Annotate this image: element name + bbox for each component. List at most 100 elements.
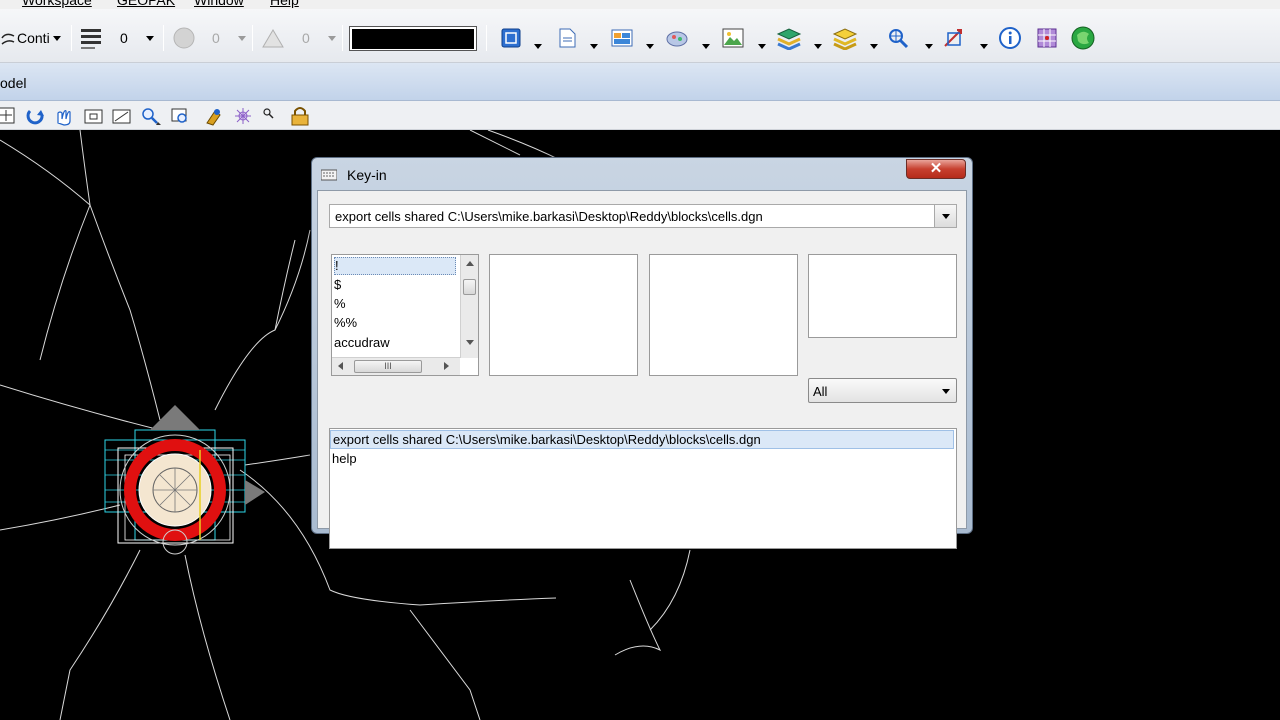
models-button[interactable] bbox=[608, 25, 638, 51]
menu-window[interactable]: Window bbox=[194, 0, 244, 8]
scroll-up-icon[interactable] bbox=[466, 261, 474, 266]
keyboard-icon bbox=[321, 169, 337, 181]
snap-button[interactable] bbox=[1033, 25, 1061, 51]
references-button[interactable] bbox=[553, 25, 581, 51]
chevron-down-icon[interactable] bbox=[534, 44, 542, 49]
rendering-button[interactable] bbox=[663, 25, 691, 51]
list-item[interactable]: %% bbox=[334, 315, 357, 330]
transparency-value: 0 bbox=[302, 30, 310, 46]
microstation-window: Workspace GEOPAK Window Help Conti 0 0 0… bbox=[0, 0, 1280, 720]
filter-select-value: All bbox=[813, 384, 828, 399]
list-item[interactable]: % bbox=[334, 296, 346, 311]
level-combo[interactable]: 0 bbox=[78, 23, 154, 53]
globe-icon bbox=[1071, 26, 1095, 50]
light-sparkle-icon bbox=[235, 108, 251, 124]
keyin-history-list[interactable]: export cells shared C:\Users\mike.barkas… bbox=[329, 428, 957, 549]
line-style-label: Conti bbox=[17, 30, 50, 46]
chevron-down-icon bbox=[327, 35, 336, 41]
command-list-2[interactable] bbox=[489, 254, 638, 376]
cube-view-icon bbox=[501, 28, 521, 48]
stack-icon bbox=[776, 28, 802, 50]
close-button[interactable]: ✕ bbox=[906, 159, 966, 179]
small-zoom-icon bbox=[263, 108, 274, 119]
globe-button[interactable] bbox=[1069, 25, 1097, 51]
transparency-combo[interactable]: 0 bbox=[258, 23, 336, 53]
command-list-4[interactable] bbox=[808, 254, 957, 338]
menu-help[interactable]: Help bbox=[270, 0, 299, 8]
document-icon bbox=[559, 28, 576, 48]
tool-settings-icon bbox=[206, 109, 221, 126]
chevron-down-icon[interactable] bbox=[590, 44, 598, 49]
grid-snap-icon bbox=[1037, 28, 1057, 48]
dialog-body: export cells shared C:\Users\mike.barkas… bbox=[317, 190, 967, 549]
chevron-down-icon[interactable] bbox=[870, 44, 878, 49]
view-title-bar: odel bbox=[0, 63, 1280, 101]
layers-icon bbox=[81, 29, 101, 49]
level-manager-button[interactable] bbox=[774, 25, 804, 51]
view-title: odel bbox=[0, 75, 27, 91]
keyin-input[interactable]: export cells shared C:\Users\mike.barkas… bbox=[329, 204, 957, 228]
view-controls-icons bbox=[0, 107, 309, 126]
chevron-down-icon bbox=[941, 213, 950, 219]
view-controls bbox=[0, 101, 1280, 130]
cell-symbol-cluster bbox=[104, 405, 265, 555]
scroll-right-icon[interactable] bbox=[444, 362, 449, 370]
history-item[interactable]: help bbox=[332, 451, 357, 466]
filter-select[interactable]: All bbox=[808, 378, 957, 403]
pan-hand-icon bbox=[57, 110, 71, 126]
keyin-dialog: Key-in ✕ export cells shared C:\Users\mi… bbox=[311, 157, 973, 549]
magnify-sparkle-icon bbox=[889, 29, 909, 49]
command-list-3[interactable] bbox=[649, 254, 798, 376]
line-weight-display[interactable] bbox=[349, 26, 477, 51]
lock-icon bbox=[291, 107, 309, 126]
scroll-thumb-horizontal[interactable]: III bbox=[354, 360, 422, 373]
transform-button[interactable] bbox=[940, 25, 968, 51]
view-attributes-button[interactable] bbox=[497, 25, 525, 51]
triangle-icon bbox=[262, 29, 284, 48]
scroll-left-icon[interactable] bbox=[338, 362, 343, 370]
chevron-down-icon bbox=[237, 35, 246, 41]
image-icon bbox=[722, 28, 744, 48]
info-button[interactable] bbox=[996, 25, 1024, 51]
zoom-area-icon bbox=[112, 109, 131, 124]
menu-workspace[interactable]: Workspace bbox=[22, 0, 92, 8]
line-weight-swatch bbox=[352, 28, 474, 49]
menu-bar: Workspace GEOPAK Window Help bbox=[0, 0, 1280, 9]
raster-manager-button[interactable] bbox=[719, 25, 747, 51]
close-icon: ✕ bbox=[929, 160, 943, 177]
info-icon bbox=[999, 27, 1021, 49]
history-item[interactable]: export cells shared C:\Users\mike.barkas… bbox=[330, 430, 954, 449]
weight-icon bbox=[173, 27, 195, 49]
weight-value: 0 bbox=[212, 30, 220, 46]
layers-yellow-icon bbox=[832, 28, 858, 50]
scroll-down-icon[interactable] bbox=[466, 340, 474, 345]
analyze-button[interactable] bbox=[884, 25, 912, 51]
chevron-down-icon[interactable] bbox=[814, 44, 822, 49]
weight-combo[interactable]: 0 bbox=[170, 23, 246, 53]
list-item[interactable]: accudraw bbox=[334, 335, 390, 350]
keyin-history-dropdown[interactable] bbox=[934, 205, 956, 227]
view-previous-icon bbox=[171, 108, 187, 123]
line-style-icon bbox=[1, 33, 15, 45]
teapot-icon bbox=[666, 31, 688, 47]
menu-geopak[interactable]: GEOPAK bbox=[117, 0, 175, 8]
zoom-icon bbox=[142, 108, 161, 125]
dialog-title: Key-in bbox=[347, 167, 387, 183]
vertical-scrollbar[interactable] bbox=[460, 255, 478, 358]
chevron-down-icon bbox=[942, 389, 950, 394]
list-item[interactable]: ! bbox=[334, 257, 456, 275]
line-style-combo[interactable]: Conti bbox=[0, 25, 61, 51]
horizontal-scrollbar[interactable]: III bbox=[332, 357, 460, 375]
level-display-button[interactable] bbox=[830, 25, 860, 51]
list-item[interactable]: $ bbox=[334, 277, 341, 292]
chevron-down-icon[interactable] bbox=[646, 44, 654, 49]
chevron-down-icon[interactable] bbox=[702, 44, 710, 49]
rotate-view-icon bbox=[26, 109, 44, 125]
scroll-thumb[interactable] bbox=[463, 279, 476, 295]
chevron-down-icon bbox=[52, 35, 61, 41]
chevron-down-icon[interactable] bbox=[925, 44, 933, 49]
chevron-down-icon[interactable] bbox=[758, 44, 766, 49]
command-list-1[interactable]: ! $ % %% accudraw III bbox=[331, 254, 479, 376]
chevron-down-icon[interactable] bbox=[980, 44, 988, 49]
attributes-toolbar: Conti 0 0 0 bbox=[0, 9, 1280, 63]
